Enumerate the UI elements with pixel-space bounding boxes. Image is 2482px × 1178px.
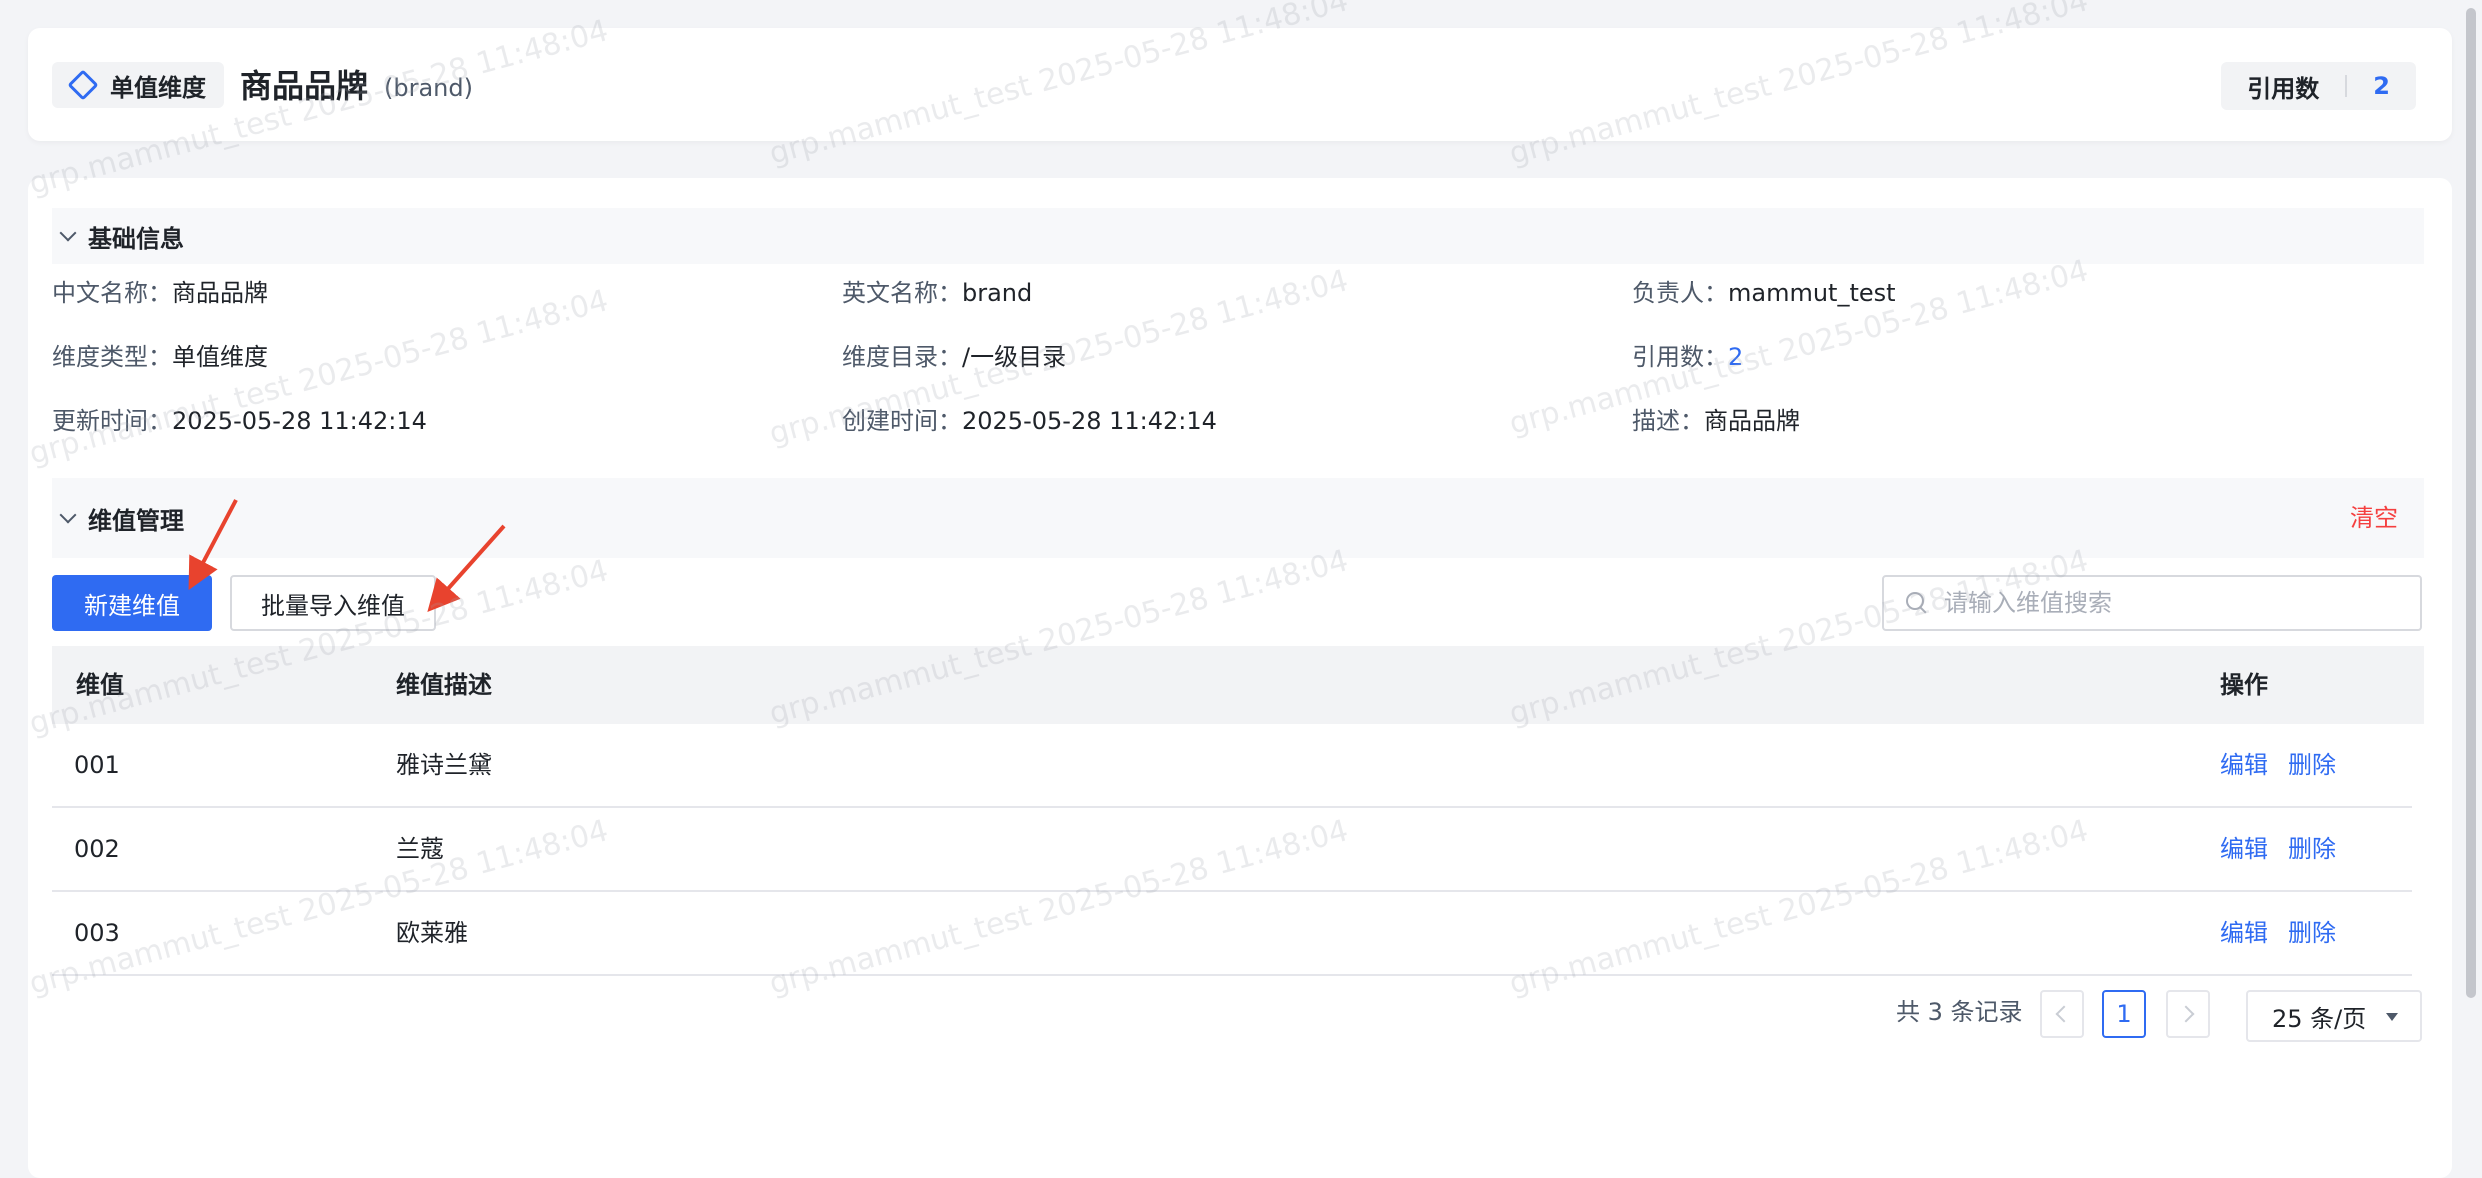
- reference-count-label: 引用数: [2247, 74, 2320, 103]
- basic-info-section-header[interactable]: 基础信息: [52, 208, 2424, 264]
- chevron-down-icon: [59, 224, 77, 242]
- page-number-button[interactable]: 1: [2102, 990, 2146, 1038]
- dimension-detail-card: 基础信息 中文名称：商品品牌 英文名称：brand 负责人：mammut_tes…: [28, 178, 2452, 1178]
- delete-link[interactable]: 删除: [2288, 808, 2336, 890]
- info-reference-count-link[interactable]: 2: [1728, 343, 1743, 371]
- value-mgmt-section-header[interactable]: 维值管理 清空: [52, 478, 2424, 558]
- cell-description: 雅诗兰黛: [396, 751, 492, 779]
- info-value: 商品品牌: [172, 279, 268, 307]
- table-row: 003 欧莱雅 编辑 删除: [52, 892, 2412, 976]
- value-search-box[interactable]: [1882, 575, 2422, 631]
- diamond-icon: [67, 69, 99, 101]
- info-directory: 维度目录：/一级目录: [842, 340, 1066, 374]
- cell-description: 欧莱雅: [396, 919, 468, 947]
- info-key: 维度类型：: [52, 343, 172, 371]
- info-key: 创建时间：: [842, 407, 962, 435]
- reference-count-box: 引用数 2: [2221, 62, 2416, 110]
- info-updated-time: 更新时间：2025-05-28 11:42:14: [52, 404, 427, 438]
- basic-info-title-wrap: 基础信息: [59, 208, 184, 264]
- page-size-select[interactable]: 25 条/页: [2246, 990, 2422, 1042]
- column-header-value: 维值: [76, 671, 124, 699]
- basic-info-title: 基础信息: [88, 224, 184, 253]
- cell-description: 兰蔻: [396, 835, 444, 863]
- info-key: 英文名称：: [842, 279, 962, 307]
- value-mgmt-title-wrap: 维值管理: [59, 478, 184, 558]
- info-key: 负责人：: [1632, 279, 1728, 307]
- info-value: 商品品牌: [1704, 407, 1800, 435]
- info-description: 描述：商品品牌: [1632, 404, 1800, 438]
- column-header-description: 维值描述: [396, 671, 492, 699]
- edit-link[interactable]: 编辑: [2220, 724, 2268, 806]
- info-owner: 负责人：mammut_test: [1632, 276, 1896, 310]
- info-value: 2025-05-28 11:42:14: [962, 407, 1217, 435]
- column-header-actions: 操作: [2220, 671, 2268, 699]
- cell-value: 003: [74, 919, 120, 947]
- edit-link[interactable]: 编辑: [2220, 892, 2268, 974]
- page-scrollbar[interactable]: [2460, 0, 2482, 1142]
- reference-count-value[interactable]: 2: [2373, 72, 2390, 100]
- delete-link[interactable]: 删除: [2288, 892, 2336, 974]
- page-size-label: 25 条/页: [2272, 1004, 2367, 1033]
- dimension-english-name: (brand): [384, 74, 473, 102]
- cell-value: 002: [74, 835, 120, 863]
- dimension-header-card: 单值维度 商品品牌 (brand) 引用数 2: [28, 28, 2452, 141]
- divider: [2345, 75, 2348, 97]
- pagination-total: 共 3 条记录: [1896, 998, 2023, 1026]
- table-header: 维值 维值描述 操作: [52, 646, 2424, 724]
- cell-value: 001: [74, 751, 120, 779]
- info-key: 更新时间：: [52, 407, 172, 435]
- value-mgmt-title: 维值管理: [88, 506, 184, 535]
- value-search-input[interactable]: [1942, 588, 2406, 618]
- clear-button[interactable]: 清空: [2350, 500, 2398, 536]
- new-value-button[interactable]: 新建维值: [52, 575, 212, 631]
- delete-link[interactable]: 删除: [2288, 724, 2336, 806]
- dimension-title: 商品品牌: [240, 67, 369, 105]
- chevron-down-icon: [59, 506, 77, 524]
- next-page-button[interactable]: [2166, 990, 2210, 1038]
- chevron-right-icon: [2177, 1005, 2195, 1023]
- info-key: 引用数：: [1632, 343, 1728, 371]
- table-row: 002 兰蔻 编辑 删除: [52, 808, 2412, 892]
- info-created-time: 创建时间：2025-05-28 11:42:14: [842, 404, 1217, 438]
- chevron-left-icon: [2055, 1005, 2073, 1023]
- scrollbar-thumb[interactable]: [2466, 8, 2476, 998]
- caret-down-icon: [2386, 1013, 2398, 1021]
- info-value: mammut_test: [1728, 279, 1896, 307]
- info-dimension-type: 维度类型：单值维度: [52, 340, 268, 374]
- info-value: 2025-05-28 11:42:14: [172, 407, 427, 435]
- info-value: 单值维度: [172, 343, 268, 371]
- info-key: 中文名称：: [52, 279, 172, 307]
- info-key: 维度目录：: [842, 343, 962, 371]
- prev-page-button[interactable]: [2040, 990, 2084, 1038]
- info-chinese-name: 中文名称：商品品牌: [52, 276, 268, 310]
- info-reference-count: 引用数：2: [1632, 340, 1743, 374]
- batch-import-button[interactable]: 批量导入维值: [230, 575, 436, 631]
- info-value: /一级目录: [962, 343, 1067, 371]
- search-icon: [1906, 592, 1924, 610]
- info-key: 描述：: [1632, 407, 1704, 435]
- dimension-type-tag: 单值维度: [52, 62, 224, 108]
- info-value: brand: [962, 279, 1033, 307]
- table-row: 001 雅诗兰黛 编辑 删除: [52, 724, 2412, 808]
- dimension-type-label: 单值维度: [110, 73, 206, 102]
- info-english-name: 英文名称：brand: [842, 276, 1032, 310]
- edit-link[interactable]: 编辑: [2220, 808, 2268, 890]
